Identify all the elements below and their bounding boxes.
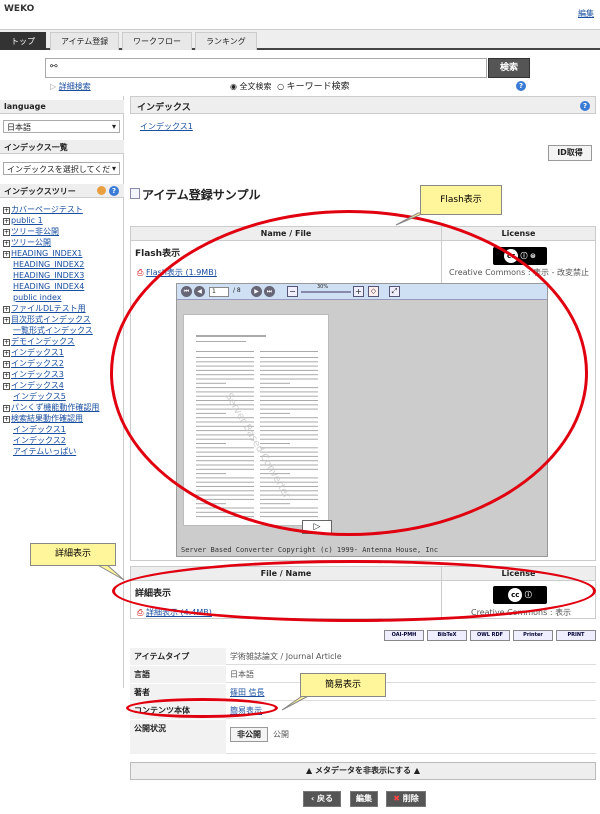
flash-callout: Flash表示 — [420, 185, 502, 215]
simple-callout: 簡易表示 — [300, 673, 386, 697]
detail-callout: 詳細表示 — [30, 543, 116, 566]
